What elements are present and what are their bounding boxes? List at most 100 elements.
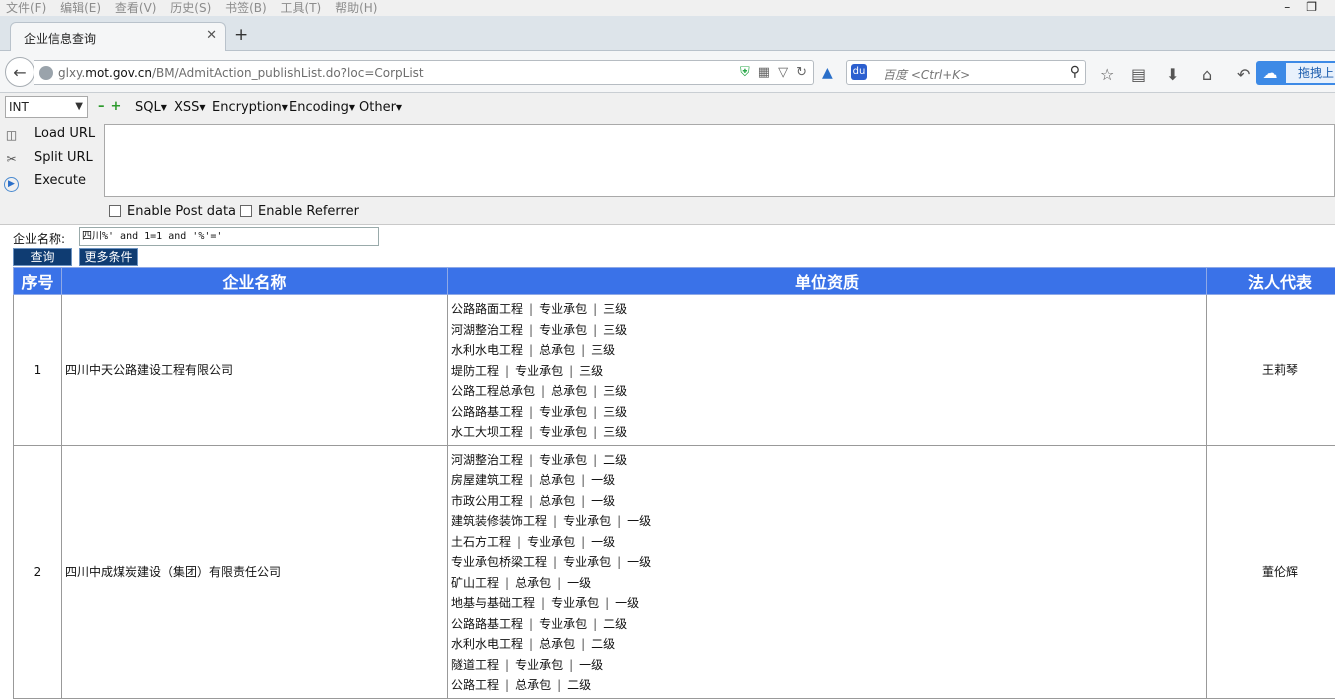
play-icon: ▶ — [4, 177, 19, 192]
qualification-type: 水利水电工程 — [451, 343, 524, 357]
separator: | — [553, 555, 558, 569]
globe-icon — [39, 66, 53, 80]
qualification-grade: 一级 — [567, 575, 592, 590]
url-bar[interactable]: glxy.mot.gov.cn/BM/AdmitAction_publishLi… — [34, 60, 814, 85]
qualification-line: 公路路面工程 | 专业承包 | 三级 — [451, 299, 1203, 320]
minimize-icon[interactable]: – — [1284, 0, 1290, 16]
separator: | — [581, 473, 586, 487]
search-bar[interactable]: du 百度 <Ctrl+K> ⚲ — [846, 60, 1086, 85]
qualification-line: 公路路基工程 | 专业承包 | 二级 — [451, 614, 1203, 635]
separator: | — [569, 363, 574, 378]
separator: | — [581, 343, 586, 357]
dropdown-arrow-icon[interactable]: ▽ — [778, 65, 788, 80]
reading-list-icon[interactable]: ▤ — [1131, 65, 1146, 84]
magnifier-icon[interactable]: ⚲ — [1070, 64, 1080, 80]
qualification-line: 公路路基工程 | 专业承包 | 三级 — [451, 402, 1203, 423]
feed-icon[interactable]: ▲ — [822, 65, 833, 81]
qualification-type: 河湖整治工程 — [451, 322, 524, 337]
company-name-label: 企业名称: — [13, 232, 66, 246]
separator: | — [593, 404, 598, 419]
extension-button[interactable]: ☁ 拖拽上 — [1256, 61, 1335, 85]
type-select[interactable]: INT ▼ — [5, 96, 88, 118]
qualification-type: 公路工程总承包 — [451, 384, 536, 398]
separator: | — [593, 616, 598, 631]
table-row: 1 四川中天公路建设工程有限公司 公路路面工程 | 专业承包 | 三级 河湖整治工程 | 专业承包… — [13, 294, 1335, 446]
home-icon[interactable]: ⌂ — [1202, 65, 1212, 84]
contract-type: 专业承包 — [515, 363, 564, 378]
enable-post-data-checkbox[interactable]: Enable Post data — [109, 204, 236, 219]
separator: | — [529, 637, 534, 651]
company-name-input[interactable]: 四川%' and 1=1 and '%'=' — [79, 227, 379, 246]
tab-active[interactable]: 企业信息查询 ✕ — [10, 22, 226, 52]
qualification-line: 市政公用工程 | 总承包 | 一级 — [451, 491, 1203, 512]
separator: | — [617, 555, 622, 569]
baidu-paw-icon[interactable]: du — [851, 64, 867, 80]
search-input[interactable]: 百度 <Ctrl+K> — [883, 66, 970, 83]
load-url-button[interactable]: ◫ Load URL — [4, 126, 95, 143]
separator: | — [529, 425, 534, 439]
menu-encoding[interactable]: Encoding▼ — [289, 100, 355, 115]
more-conditions-button[interactable]: 更多条件 — [79, 248, 138, 266]
qualification-grade: 三级 — [603, 425, 628, 439]
qualification-grade: 一级 — [627, 514, 652, 528]
contract-type: 专业承包 — [539, 616, 588, 631]
query-button[interactable]: 查询 — [13, 248, 72, 266]
separator: | — [593, 452, 598, 467]
menu-file[interactable]: 文件(F) — [6, 0, 46, 16]
separator: | — [581, 637, 586, 651]
results-table: 序号 企业名称 单位资质 法人代表 1 四川中天公路建设工程有限公司 公路路面工程 |… — [13, 267, 1335, 699]
qualification-line: 专业承包桥梁工程 | 专业承包 | 一级 — [451, 552, 1203, 573]
separator: | — [529, 302, 534, 316]
qualification-type: 地基与基础工程 — [451, 596, 536, 610]
contract-type: 总承包 — [515, 575, 552, 590]
contract-type: 总承包 — [539, 637, 576, 651]
execute-button[interactable]: ▶ Execute — [4, 173, 86, 192]
qualification-type: 土石方工程 — [451, 534, 512, 549]
star-bookmark-icon[interactable]: ☆ — [1100, 65, 1114, 84]
checkbox-box[interactable] — [240, 205, 252, 217]
shield-icon[interactable]: ⛨ — [740, 65, 750, 80]
new-tab-plus-icon[interactable]: + — [234, 26, 248, 44]
menu-view[interactable]: 查看(V) — [115, 0, 157, 16]
undo-icon[interactable]: ↶ — [1237, 65, 1250, 84]
split-url-button[interactable]: ✂ Split URL — [4, 150, 92, 167]
enable-referrer-checkbox[interactable]: Enable Referrer — [240, 204, 359, 219]
restore-icon[interactable]: ❐ — [1306, 0, 1317, 16]
qualification-grade: 三级 — [603, 384, 628, 398]
row-number: 1 — [13, 294, 62, 446]
qualification-grade: 一级 — [579, 657, 604, 672]
qualification-grade: 二级 — [591, 637, 616, 651]
qualification-line: 水工大坝工程 | 专业承包 | 三级 — [451, 422, 1203, 443]
menu-tools[interactable]: 工具(T) — [281, 0, 322, 16]
scissors-icon: ✂ — [6, 152, 17, 166]
menu-edit[interactable]: 编辑(E) — [60, 0, 101, 16]
qualification-grade: 一级 — [615, 596, 640, 610]
menu-xss[interactable]: XSS▼ — [174, 100, 206, 115]
table-row: 2 四川中成煤炭建设（集团）有限责任公司 河湖整治工程 | 专业承包 | 二级 房屋建筑工程 |… — [13, 444, 1335, 699]
qualification-line: 公路工程总承包 | 总承包 | 三级 — [451, 381, 1203, 402]
url-text[interactable]: glxy.mot.gov.cn/BM/AdmitAction_publishLi… — [58, 66, 424, 80]
menu-encryption[interactable]: Encryption▼ — [212, 100, 288, 115]
separator: | — [529, 493, 534, 508]
load-url-label: Load URL — [34, 126, 96, 141]
qualification-grade: 一级 — [591, 493, 616, 508]
menu-other[interactable]: Other▼ — [359, 100, 402, 115]
separator: | — [593, 322, 598, 337]
menu-help[interactable]: 帮助(H) — [335, 0, 377, 16]
download-icon[interactable]: ⬇ — [1166, 65, 1179, 84]
back-arrow-icon[interactable]: ← — [5, 57, 35, 87]
qualification-type: 河湖整治工程 — [451, 452, 524, 467]
menu-sql[interactable]: SQL▼ — [135, 100, 167, 115]
qr-code-icon[interactable]: ▦ — [758, 65, 770, 80]
header-company-name: 企业名称 — [61, 267, 448, 295]
menu-history[interactable]: 历史(S) — [170, 0, 211, 16]
menu-bookmarks[interactable]: 书签(B) — [225, 0, 267, 16]
contract-type: 专业承包 — [539, 425, 588, 439]
close-icon[interactable]: ✕ — [206, 28, 217, 43]
checkbox-box[interactable] — [109, 205, 121, 217]
reload-icon[interactable]: ↻ — [796, 65, 807, 80]
decrement-increment-icons[interactable]: –+ — [98, 99, 127, 114]
qualification-grade: 三级 — [579, 363, 604, 378]
url-textarea[interactable] — [104, 124, 1335, 197]
header-legal-rep: 法人代表 — [1206, 267, 1335, 295]
